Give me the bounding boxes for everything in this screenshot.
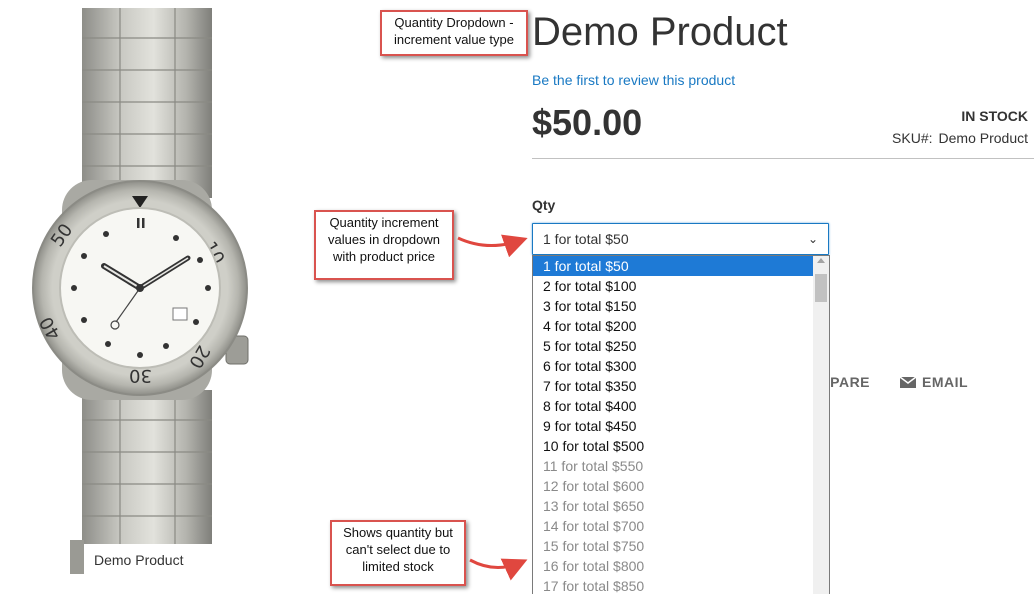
qty-option-disabled: 17 for total $850 (543, 578, 645, 594)
qty-option-disabled: 14 for total $700 (543, 518, 645, 534)
stock-status: IN STOCK (961, 108, 1028, 124)
scroll-up-arrow-icon[interactable] (817, 258, 825, 263)
qty-option-disabled: 15 for total $750 (543, 538, 645, 554)
annotation-arrow-limited (469, 558, 528, 581)
qty-option[interactable]: 7 for total $350 (533, 376, 814, 396)
qty-option[interactable]: 10 for total $500 (533, 436, 814, 456)
qty-option[interactable]: 8 for total $400 (533, 396, 814, 416)
annotation-dropdown-type: Quantity Dropdown - increment value type (380, 10, 528, 56)
qty-option-disabled: 11 for total $550 (543, 458, 644, 474)
qty-option[interactable]: 4 for total $200 (533, 316, 814, 336)
qty-option[interactable]: 3 for total $150 (533, 296, 814, 316)
scrollbar-thumb[interactable] (815, 274, 827, 302)
envelope-icon (900, 377, 916, 388)
qty-option-disabled: 12 for total $600 (543, 478, 645, 494)
qty-dropdown[interactable]: 1 for total $50 ⌄ (532, 223, 829, 255)
scrollbar[interactable] (813, 256, 829, 594)
annotation-increment-values: Quantity increment values in dropdown wi… (314, 210, 454, 280)
product-title: Demo Product (532, 10, 788, 54)
qty-option-disabled: 13 for total $650 (543, 498, 645, 514)
chevron-down-icon: ⌄ (807, 232, 818, 246)
qty-option-disabled: 16 for total $800 (543, 558, 645, 574)
divider (532, 158, 1034, 159)
qty-option[interactable]: 2 for total $100 (533, 276, 814, 296)
qty-option[interactable]: 1 for total $50 (533, 256, 814, 276)
qty-option[interactable]: 9 for total $450 (533, 416, 814, 436)
product-sku: SKU#: Demo Product (892, 130, 1028, 146)
watch-product-image: 50 10 20 30 40 (32, 8, 249, 574)
image-caption: Demo Product (84, 544, 224, 576)
annotation-limited-stock: Shows quantity but can't select due to l… (330, 520, 466, 586)
qty-selected-value: 1 for total $50 (543, 231, 629, 247)
qty-options: 1 for total $50 2 for total $100 3 for tot… (533, 256, 814, 594)
qty-options-list[interactable]: 1 for total $50 2 for total $100 3 for tot… (532, 255, 830, 594)
sku-label: SKU#: (892, 130, 933, 146)
email-label: EMAIL (922, 374, 969, 390)
annotation-arrow-increment (457, 234, 528, 258)
sku-value: Demo Product (938, 130, 1028, 146)
product-price: $50.00 (532, 102, 643, 143)
review-link[interactable]: Be the first to review this product (532, 72, 735, 88)
product-image-gallery: 50 10 20 30 40 Demo Product (0, 0, 270, 594)
email-link[interactable]: EMAIL (900, 374, 968, 390)
qty-label: Qty (532, 197, 556, 213)
qty-option[interactable]: 6 for total $300 (533, 356, 814, 376)
qty-option[interactable]: 5 for total $250 (533, 336, 814, 356)
